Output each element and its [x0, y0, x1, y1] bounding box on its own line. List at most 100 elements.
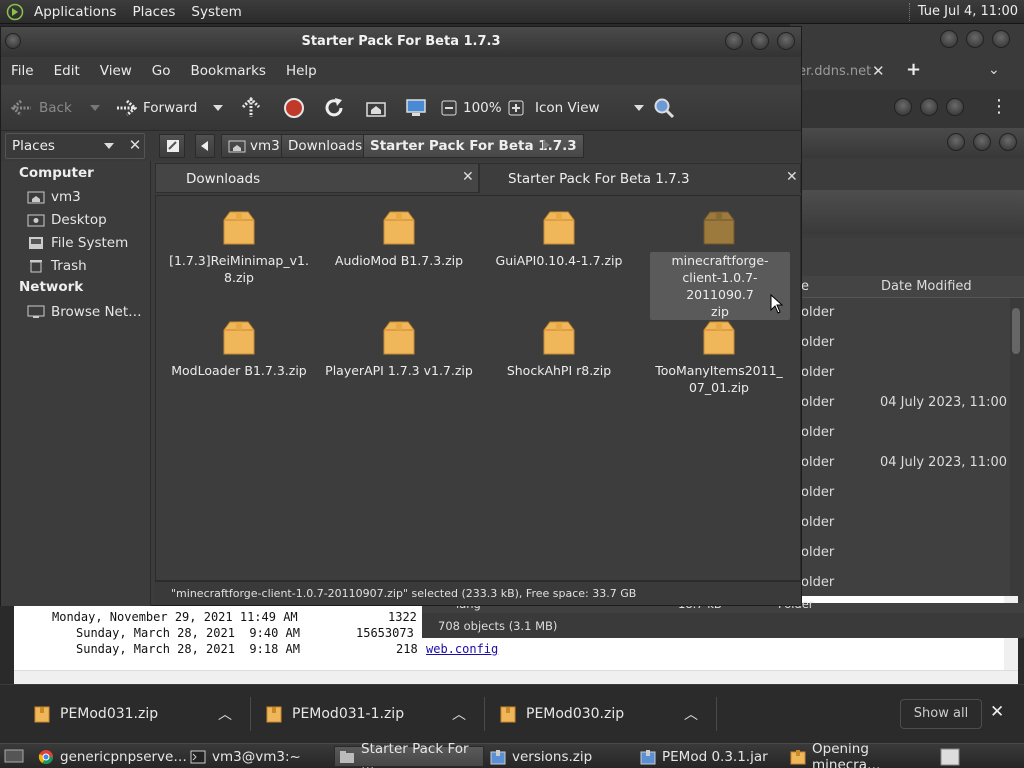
stop-button[interactable]: [283, 95, 305, 121]
list-item[interactable]: older 04 July 2023, 11:00: [801, 388, 1011, 418]
download-item[interactable]: PEMod031-1.zip ︿: [266, 695, 476, 733]
chevron-up-icon[interactable]: ︿: [218, 704, 232, 724]
taskbar-item-terminal[interactable]: vm3@vm3:~: [186, 746, 332, 767]
bg-minimize-button[interactable]: [940, 30, 958, 48]
menu-bookmarks[interactable]: Bookmarks: [181, 63, 276, 79]
browser-menu-icon[interactable]: ⋮: [990, 96, 1008, 117]
menu-go[interactable]: Go: [142, 63, 181, 79]
menu-view[interactable]: View: [90, 63, 142, 79]
bg-fm-maximize-button[interactable]: [973, 133, 991, 151]
search-button[interactable]: [653, 95, 675, 121]
zoom-out-icon[interactable]: [441, 100, 457, 116]
panel-clock[interactable]: Tue Jul 4, 11:00: [918, 4, 1018, 19]
inner-close-button[interactable]: [946, 98, 964, 116]
file-item[interactable]: ShockAhPI r8.zip: [480, 316, 638, 379]
back-history-chevron-icon[interactable]: [89, 105, 100, 111]
scrollbar-thumb[interactable]: [1012, 308, 1020, 354]
edit-location-button[interactable]: [159, 134, 185, 158]
panel-menu-places[interactable]: Places: [124, 4, 183, 20]
forward-button[interactable]: Forward: [115, 95, 224, 121]
list-item[interactable]: older 04 July 2023, 11:00: [801, 448, 1011, 478]
list-item[interactable]: older: [801, 298, 1011, 328]
inner-minimize-button[interactable]: [894, 98, 912, 116]
view-mode-select[interactable]: Icon View: [535, 95, 644, 121]
download-item[interactable]: PEMod031.zip ︿: [34, 695, 244, 733]
sidebar-item-file-system[interactable]: File System: [27, 233, 128, 253]
home-button[interactable]: [365, 95, 387, 121]
bg-maximize-button[interactable]: [966, 30, 984, 48]
new-tab-plus-icon[interactable]: +: [906, 59, 921, 80]
menu-edit[interactable]: Edit: [44, 63, 90, 79]
list-item[interactable]: older: [801, 478, 1011, 508]
webpage-horizontal-scrollbar[interactable]: [14, 670, 1018, 684]
close-button[interactable]: [777, 32, 795, 50]
column-date-header[interactable]: Date Modified: [881, 279, 972, 294]
tab-starter-pack[interactable]: Starter Pack For Beta 1.7.3 ✕: [479, 163, 801, 193]
file-item[interactable]: [1.7.3]ReiMinimap_v1. 8.zip: [160, 206, 318, 286]
chevron-up-icon[interactable]: ︿: [452, 704, 466, 724]
bg-fm-close-button[interactable]: [999, 133, 1017, 151]
tab-close-icon[interactable]: ✕: [786, 169, 798, 185]
browser-tab-title[interactable]: er.ddns.net: [798, 64, 871, 79]
breadcrumb-scroll-left[interactable]: [195, 134, 215, 158]
show-all-button[interactable]: Show all: [900, 699, 982, 729]
close-download-bar-icon[interactable]: ✕: [990, 702, 1004, 722]
taskbar-item-chrome[interactable]: genericpnpserve…: [34, 746, 187, 767]
bg-fm-scrollbar[interactable]: [1010, 298, 1022, 608]
taskbar-item-archive[interactable]: versions.zip: [486, 746, 632, 767]
file-icon-view[interactable]: [1.7.3]ReiMinimap_v1. 8.zip AudioMod B1.…: [155, 195, 801, 581]
gnome-foot-icon[interactable]: [0, 3, 26, 21]
panel-menu-applications[interactable]: Applications: [26, 4, 124, 20]
file-item[interactable]: GuiAPI0.10.4-1.7.zip: [480, 206, 638, 269]
file-item[interactable]: ModLoader B1.7.3.zip: [160, 316, 318, 379]
forward-history-chevron-icon[interactable]: [213, 105, 224, 111]
panel-menu-system[interactable]: System: [183, 4, 249, 20]
close-sidebar-icon[interactable]: ✕: [125, 135, 145, 155]
column-type-header[interactable]: e: [801, 279, 809, 294]
taskbar-item-jar[interactable]: PEMod 0.3.1.jar: [636, 746, 784, 767]
sidebar-type-select[interactable]: Places: [5, 133, 145, 159]
sidebar-item-trash[interactable]: Trash: [27, 256, 87, 276]
window-titlebar[interactable]: Starter Pack For Beta 1.7.3: [1, 27, 801, 57]
zoom-level[interactable]: 100%: [463, 100, 502, 116]
list-item[interactable]: older: [801, 358, 1011, 388]
maximize-button[interactable]: [751, 32, 769, 50]
chevron-right-icon[interactable]: [543, 140, 551, 150]
bg-close-button[interactable]: [992, 30, 1010, 48]
tab-close-icon[interactable]: ✕: [462, 169, 474, 185]
minimize-button[interactable]: [725, 32, 743, 50]
web-config-link[interactable]: web.config: [426, 642, 498, 656]
back-button[interactable]: Back: [11, 95, 100, 121]
menu-help[interactable]: Help: [276, 63, 327, 79]
sidebar-item-desktop[interactable]: Desktop: [27, 210, 107, 230]
list-item[interactable]: older: [801, 328, 1011, 358]
file-item[interactable]: TooManyItems2011_ 07_01.zip: [640, 316, 798, 396]
download-item[interactable]: PEMod030.zip ︿: [500, 695, 710, 733]
file-item[interactable]: PlayerAPI 1.7.3 v1.7.zip: [320, 316, 478, 379]
up-button[interactable]: [241, 95, 261, 121]
taskbar-item-opening[interactable]: Opening minecra…: [786, 741, 936, 768]
inner-maximize-button[interactable]: [920, 98, 938, 116]
show-desktop-button[interactable]: [0, 746, 30, 767]
zoom-in-icon[interactable]: [508, 100, 524, 116]
sidebar-item-vm3[interactable]: vm3: [27, 187, 81, 207]
list-item[interactable]: older: [801, 508, 1011, 538]
tab-downloads[interactable]: Downloads ✕: [155, 163, 479, 193]
computer-button[interactable]: [405, 95, 427, 121]
taskbar-item-file-manager[interactable]: Starter Pack For …: [334, 741, 484, 768]
reload-button[interactable]: [323, 95, 345, 121]
list-item[interactable]: older: [801, 418, 1011, 448]
bg-fm-minimize-button[interactable]: [947, 133, 965, 151]
breadcrumb-downloads[interactable]: Downloads: [281, 134, 370, 158]
breadcrumb-vm3[interactable]: vm3: [221, 134, 287, 158]
bg-fm-column-header[interactable]: e Date Modified: [801, 276, 1024, 298]
tab-list-chevron-icon[interactable]: ⌄: [988, 62, 1000, 78]
file-item[interactable]: AudioMod B1.7.3.zip: [320, 206, 478, 269]
menu-file[interactable]: File: [1, 63, 44, 79]
browser-tab-close-icon[interactable]: ✕: [872, 62, 885, 80]
chevron-up-icon[interactable]: ︿: [684, 704, 698, 724]
sidebar-item-browse-network[interactable]: Browse Net…: [27, 302, 142, 322]
list-item[interactable]: older: [801, 568, 1011, 598]
workspace-switcher[interactable]: [936, 746, 960, 767]
list-item[interactable]: older: [801, 538, 1011, 568]
